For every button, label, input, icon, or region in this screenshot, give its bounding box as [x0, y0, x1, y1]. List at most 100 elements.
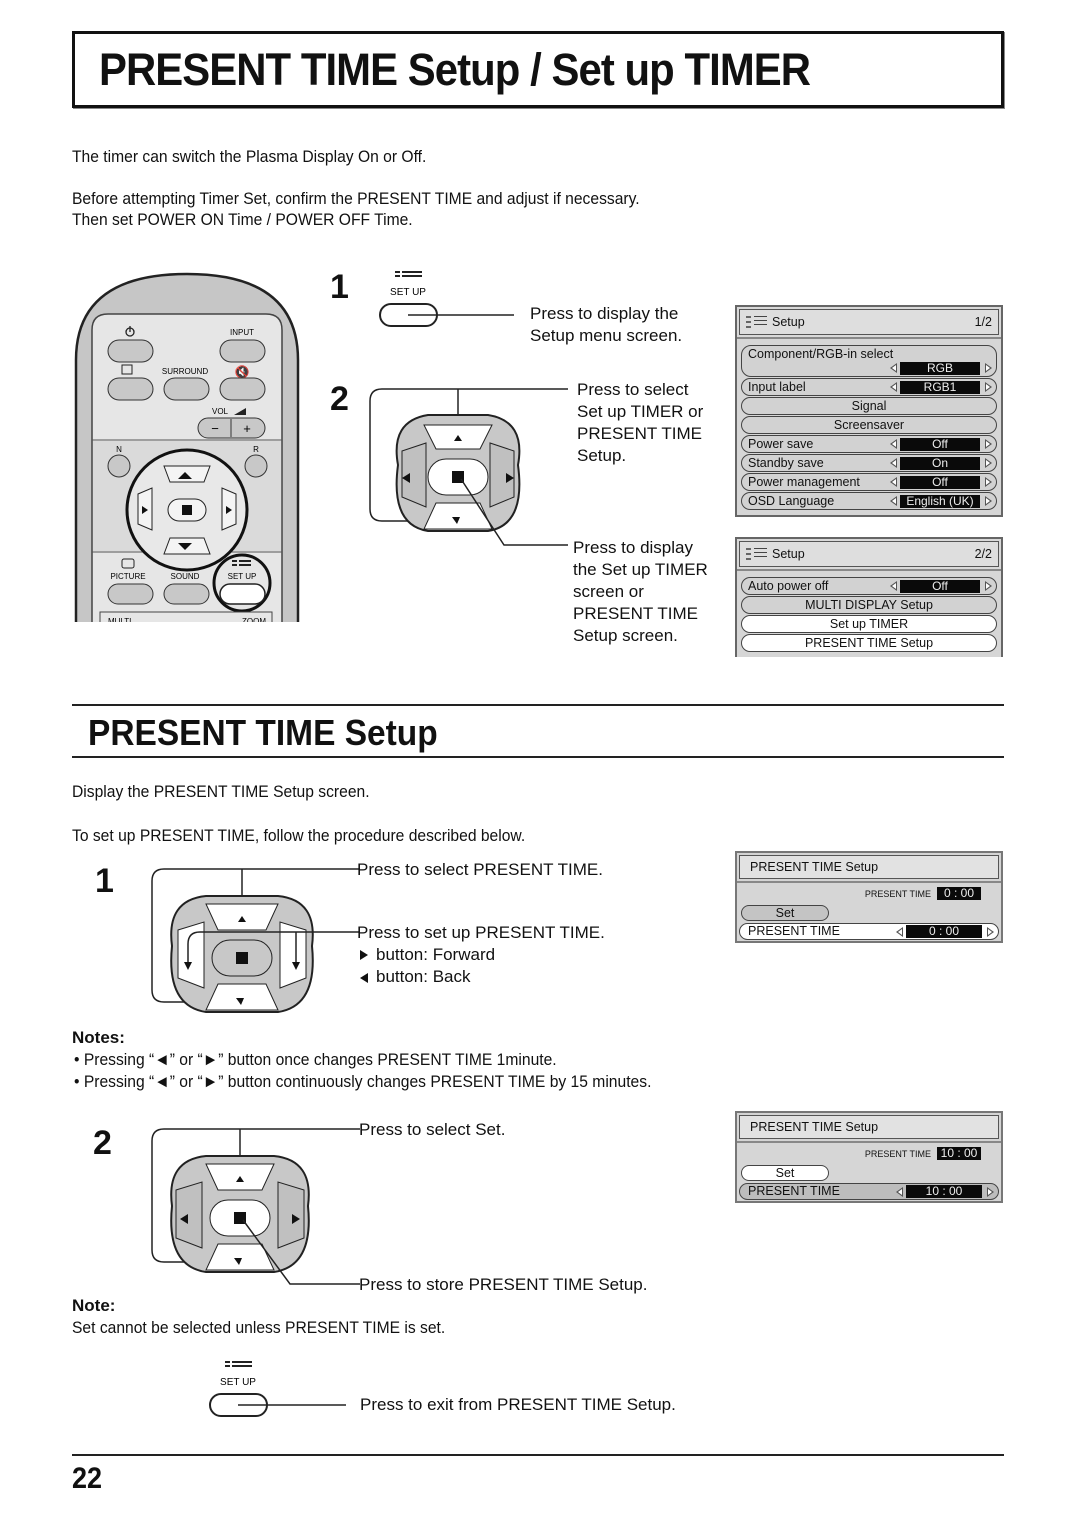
menu-item-screensaver[interactable]: Screensaver [741, 416, 997, 434]
menu-item-standby-save[interactable]: Standby save On [741, 454, 997, 472]
menu-item-input-label[interactable]: Input label RGB1 [741, 378, 997, 396]
pip-button[interactable] [107, 377, 154, 401]
menu-item-power-save[interactable]: Power save Off [741, 435, 997, 453]
note-heading: Note: [72, 1296, 116, 1315]
dpad-left-button[interactable] [175, 1181, 203, 1249]
overview-step-2-display-5: Setup screen. [573, 626, 678, 645]
setup-menu-1-page: 1/2 [974, 315, 992, 329]
vol-plus: + [243, 421, 251, 436]
dpad-down-button[interactable] [205, 983, 279, 1011]
pt-step-1-number: 1 [95, 862, 114, 900]
menu-item-multi-display-setup[interactable]: MULTI DISPLAY Setup [741, 596, 997, 614]
pt-step-2-dpad-diagram [151, 1128, 360, 1285]
exit-setup-button[interactable]: SET UP [208, 1358, 348, 1420]
present-time-menu-1: PRESENT TIME Setup PRESENT TIME 0 : 00 S… [735, 851, 1003, 943]
pt-menu-1-title: PRESENT TIME Setup [739, 855, 999, 879]
mute-icon: 🔇 [235, 365, 250, 379]
overview-step-1-text-1: Press to display the [530, 304, 679, 323]
right-arrow-icon[interactable] [985, 496, 992, 506]
overview-step-2-display-2: the Set up TIMER [573, 560, 708, 579]
right-arrow-icon[interactable] [987, 927, 994, 937]
mute-button[interactable] [219, 377, 266, 401]
dpad-right-button[interactable] [277, 1181, 305, 1249]
input-button[interactable] [219, 339, 266, 363]
menu-item-label: Set up TIMER [829, 617, 909, 631]
overview-step-2-select-1: Press to select [577, 380, 689, 399]
picture-button[interactable] [107, 583, 154, 605]
setup-menu-1-title: Setup [772, 315, 805, 329]
note-2: • Pressing “◄” or “►” button continuousl… [74, 1072, 652, 1091]
menu-item-component-rgb-select[interactable]: Component/RGB-in select RGB [741, 345, 997, 377]
menu-item-power-management[interactable]: Power management Off [741, 473, 997, 491]
pt-menu-2-row-value: 10 : 00 [906, 1185, 982, 1198]
left-arrow-icon[interactable] [890, 363, 897, 373]
remote-control-illustration: INPUT SURROUND 🔇 VOL − + N R PICTURE SOU… [74, 272, 300, 626]
overview-step-2-number: 2 [330, 380, 349, 418]
action-square-icon [236, 952, 248, 964]
right-arrow-icon[interactable] [985, 363, 992, 373]
overview-step-1-text-2: Setup menu screen. [530, 326, 683, 345]
pt-step-1-dpad-diagram [151, 868, 360, 1013]
menu-item-label: Screensaver [833, 418, 905, 432]
right-arrow-icon[interactable] [985, 439, 992, 449]
overview-step-1-number: 1 [330, 268, 349, 306]
r-label: R [253, 445, 259, 454]
pt-step-1-forward: button: Forward [376, 945, 496, 964]
menu-item-signal[interactable]: Signal [741, 397, 997, 415]
pt-menu-1-set-button[interactable]: Set [741, 905, 829, 921]
overview-step-2-select-3: PRESENT TIME [577, 424, 703, 443]
dpad-right-button[interactable] [489, 442, 515, 508]
left-arrow-icon[interactable] [890, 382, 897, 392]
pt-menu-2-set-button[interactable]: Set [741, 1165, 829, 1181]
menu-item-value: Off [900, 437, 980, 451]
n-label: N [116, 445, 122, 454]
pt-menu-2-mini-value: 10 : 00 [937, 1147, 981, 1160]
input-label: INPUT [230, 328, 254, 337]
picture-label: PICTURE [110, 572, 145, 581]
left-arrow-icon[interactable] [890, 458, 897, 468]
left-arrow-icon[interactable] [896, 1187, 903, 1197]
normalize-button[interactable] [107, 454, 131, 478]
dpad-left-button[interactable] [401, 442, 427, 508]
pt-menu-2-mini-label: PRESENT TIME [864, 1149, 931, 1159]
dpad-down-button[interactable] [423, 502, 493, 530]
remote-setup-button[interactable] [219, 583, 266, 605]
pt-menu-1-present-time-row[interactable]: PRESENT TIME 0 : 00 [739, 923, 999, 940]
setup-menu-page-1: Setup 1/2 Component/RGB-in select RGB In… [735, 305, 1003, 517]
menu-item-present-time-setup[interactable]: PRESENT TIME Setup [741, 634, 997, 652]
menu-item-value: Off [900, 579, 980, 593]
menu-item-set-up-timer[interactable]: Set up TIMER [741, 615, 997, 633]
dpad[interactable] [395, 414, 521, 532]
vol-minus: − [211, 421, 219, 436]
right-arrow-icon[interactable] [987, 1187, 994, 1197]
menu-item-value: RGB1 [900, 380, 980, 394]
menu-item-auto-power-off[interactable]: Auto power off Off [741, 577, 997, 595]
recall-button[interactable] [244, 454, 268, 478]
left-arrow-icon[interactable] [890, 581, 897, 591]
setup-icon [395, 271, 422, 277]
menu-item-osd-language[interactable]: OSD Language English (UK) [741, 492, 997, 510]
right-arrow-icon[interactable] [985, 458, 992, 468]
right-arrow-icon[interactable] [985, 477, 992, 487]
remote-dpad[interactable] [125, 448, 249, 572]
left-arrow-icon[interactable] [890, 439, 897, 449]
page-title: PRESENT TIME Setup / Set up TIMER [99, 44, 811, 95]
right-arrow-icon[interactable] [985, 382, 992, 392]
overview-setup-button[interactable]: SET UP [378, 268, 528, 330]
remote-crop-mask [60, 622, 320, 652]
pt-menu-2-present-time-row[interactable]: PRESENT TIME 10 : 00 [739, 1183, 999, 1200]
right-arrow-icon[interactable] [985, 581, 992, 591]
left-arrow-icon[interactable] [890, 496, 897, 506]
left-arrow-icon[interactable] [896, 927, 903, 937]
surround-button[interactable] [163, 377, 210, 401]
dpad[interactable] [170, 1155, 310, 1273]
sound-button[interactable] [163, 583, 210, 605]
menu-list-icon [746, 548, 768, 560]
section-intro-2: To set up PRESENT TIME, follow the proce… [72, 826, 526, 845]
pt-menu-1-mini-value: 0 : 00 [937, 887, 981, 900]
left-arrow-icon[interactable] [890, 477, 897, 487]
pt-menu-1-mini-label: PRESENT TIME [864, 889, 931, 899]
overview-dpad-diagram [369, 388, 568, 546]
dpad[interactable] [170, 895, 314, 1013]
page-number: 22 [72, 1462, 103, 1495]
